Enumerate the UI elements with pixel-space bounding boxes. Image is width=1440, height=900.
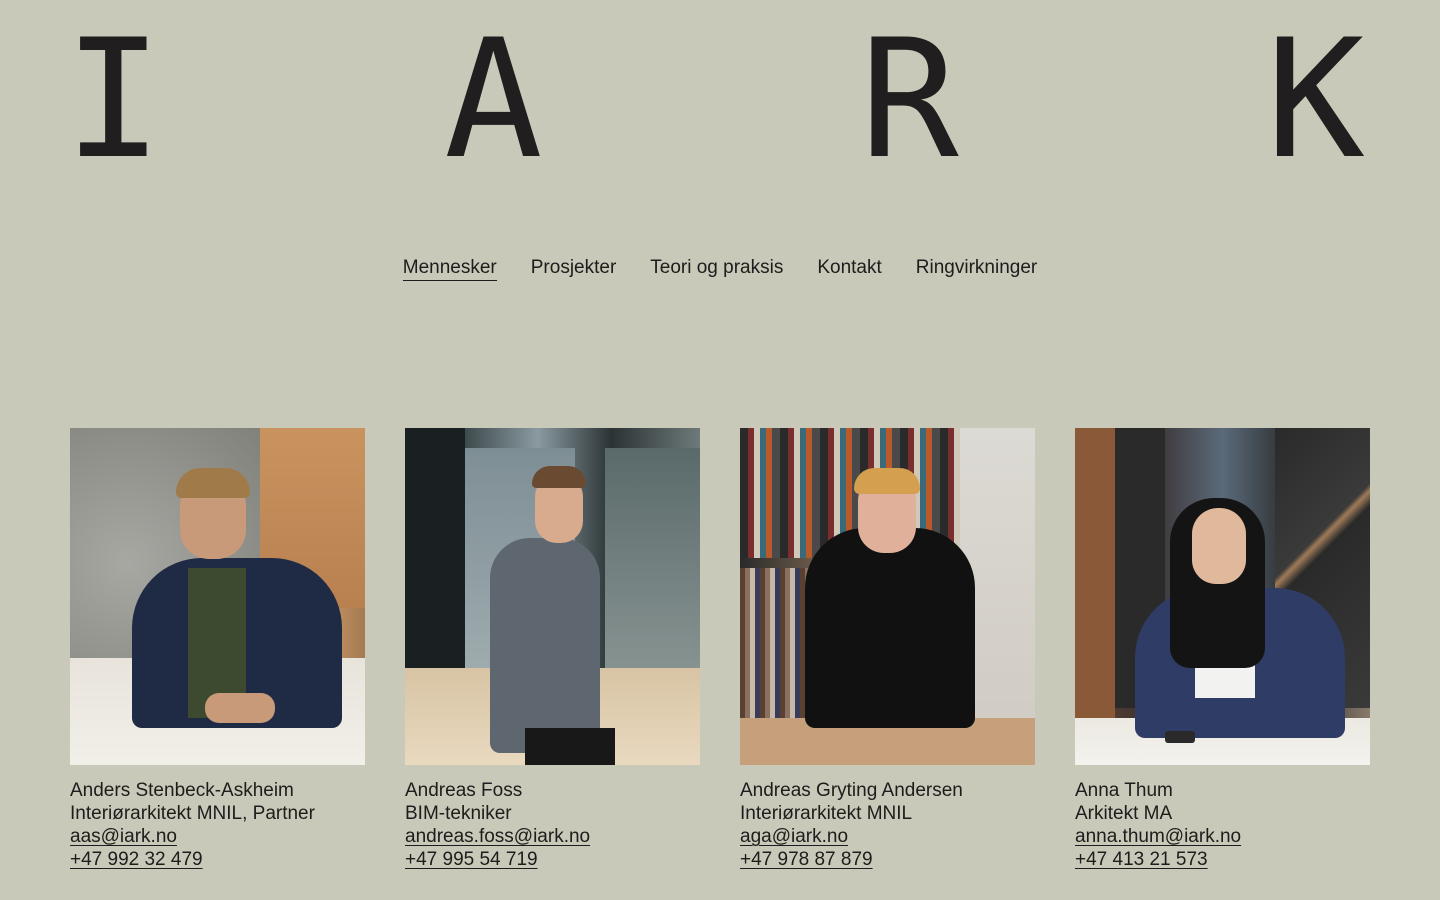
person-title: Arkitekt MA — [1075, 803, 1173, 824]
person-title: Interiørarkitekt MNIL, Partner — [70, 803, 315, 824]
page: I A R K Mennesker Prosjekter Teori og pr… — [0, 0, 1440, 900]
nav-item-mennesker[interactable]: Mennesker — [402, 256, 497, 281]
person-title: BIM-tekniker — [405, 803, 512, 824]
person-card: Andreas Gryting Andersen Interiørarkitek… — [740, 428, 1035, 871]
logo-letter-i: I — [64, 4, 163, 195]
person-card: Andreas Foss BIM-tekniker andreas.foss@i… — [405, 428, 700, 871]
nav-item-prosjekter[interactable]: Prosjekter — [531, 256, 617, 281]
person-photo — [405, 428, 700, 765]
person-email-link[interactable]: aga@iark.no — [740, 826, 848, 847]
person-phone-link[interactable]: +47 995 54 719 — [405, 849, 538, 870]
person-title: Interiørarkitekt MNIL — [740, 803, 913, 824]
person-card: Anna Thum Arkitekt MA anna.thum@iark.no … — [1075, 428, 1370, 871]
person-name: Anders Stenbeck-Askheim — [70, 780, 294, 801]
person-phone-link[interactable]: +47 978 87 879 — [740, 849, 873, 870]
nav-item-teori-og-praksis[interactable]: Teori og praksis — [650, 256, 783, 281]
person-card: Anders Stenbeck-Askheim Interiørarkitekt… — [70, 428, 365, 871]
person-name: Andreas Foss — [405, 780, 523, 801]
person-email-link[interactable]: andreas.foss@iark.no — [405, 826, 590, 847]
nav-item-ringvirkninger[interactable]: Ringvirkninger — [916, 256, 1037, 281]
person-info: Anders Stenbeck-Askheim Interiørarkitekt… — [70, 779, 365, 871]
site-logo[interactable]: I A R K — [64, 4, 1370, 195]
logo-letter-a: A — [444, 4, 543, 195]
person-info: Andreas Gryting Andersen Interiørarkitek… — [740, 779, 1035, 871]
person-photo — [1075, 428, 1370, 765]
person-photo — [740, 428, 1035, 765]
person-info: Andreas Foss BIM-tekniker andreas.foss@i… — [405, 779, 700, 871]
person-info: Anna Thum Arkitekt MA anna.thum@iark.no … — [1075, 779, 1370, 871]
person-email-link[interactable]: aas@iark.no — [70, 826, 177, 847]
nav-item-kontakt[interactable]: Kontakt — [817, 256, 881, 281]
people-grid: Anders Stenbeck-Askheim Interiørarkitekt… — [70, 428, 1370, 871]
person-phone-link[interactable]: +47 413 21 573 — [1075, 849, 1208, 870]
person-phone-link[interactable]: +47 992 32 479 — [70, 849, 203, 870]
person-email-link[interactable]: anna.thum@iark.no — [1075, 826, 1241, 847]
logo-letter-r: R — [860, 4, 959, 195]
person-photo — [70, 428, 365, 765]
main-nav: Mennesker Prosjekter Teori og praksis Ko… — [0, 256, 1440, 281]
logo-letter-k: K — [1266, 4, 1365, 195]
person-name: Andreas Gryting Andersen — [740, 780, 963, 801]
person-name: Anna Thum — [1075, 780, 1173, 801]
